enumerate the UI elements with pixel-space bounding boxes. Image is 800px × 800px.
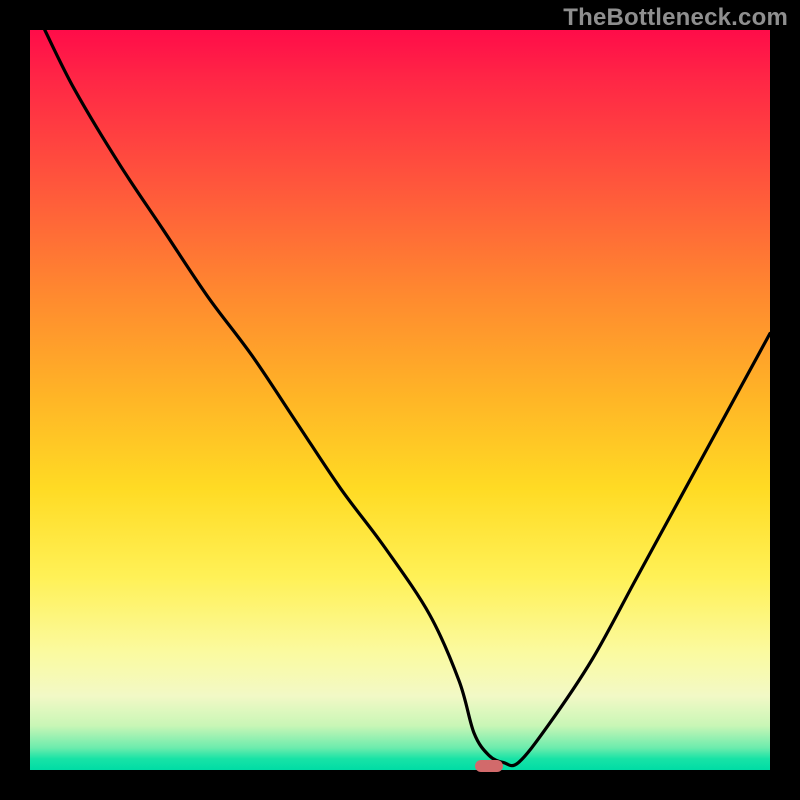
curve-path (45, 30, 770, 766)
chart-frame: TheBottleneck.com (0, 0, 800, 800)
watermark-text: TheBottleneck.com (563, 4, 788, 32)
plot-area (30, 30, 770, 770)
optimal-marker (475, 760, 503, 772)
bottleneck-curve (30, 30, 770, 770)
